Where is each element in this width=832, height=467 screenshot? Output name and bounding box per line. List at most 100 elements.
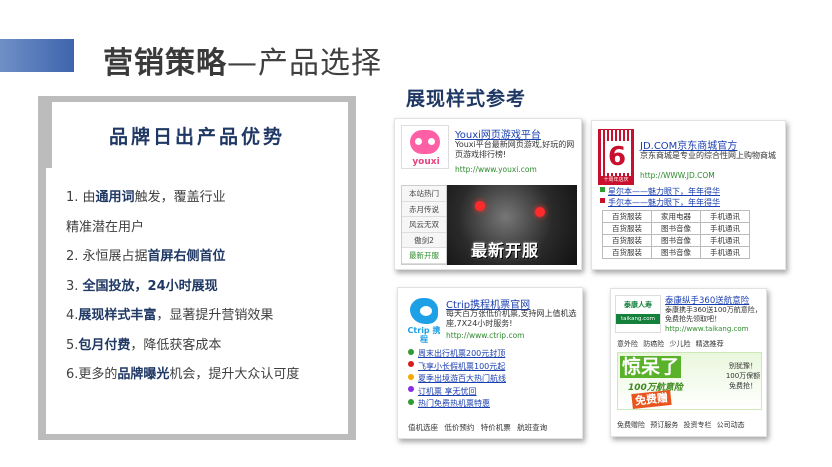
round-bullet-icon	[408, 398, 414, 405]
jd-link[interactable]: 手尔本——魅力眼下，年年得华	[608, 198, 720, 207]
taikang-logo-text: 泰康人寿	[624, 301, 652, 309]
youxi-tab-active[interactable]: 最新开服	[402, 248, 446, 264]
jd-category-cell[interactable]: 图书音像	[651, 234, 701, 247]
youxi-game-banner[interactable]: 最新开服	[447, 185, 577, 265]
list-item: 飞享小长假机票100元起	[408, 358, 506, 371]
taikang-logo: 泰康人寿 taikang.com	[615, 295, 661, 333]
round-bullet-icon	[408, 361, 414, 368]
table-row: 百货服装 图书音像 手机通讯	[602, 222, 750, 235]
youxi-tab[interactable]: 赤月传说	[402, 201, 446, 218]
advantage-item: 6.更多的品牌曝光机会，提升大众认可度	[66, 360, 356, 390]
jd-link-list: 星尔本——魅力眼下，年年得华 手尔本——魅力眼下，年年得华	[600, 183, 720, 207]
jd-ad-title[interactable]: JD.COM京东商城官方	[640, 137, 737, 152]
advantages-title: 品牌日出产品优势	[108, 126, 285, 148]
jd-ad-description: 京东商城是专业的综合性网上购物商城	[640, 151, 776, 160]
ctrip-bottom-links[interactable]: 值机选座 低价预约 特价机票 航班查询	[408, 422, 547, 433]
youxi-logo: youxi	[401, 125, 449, 169]
dolphin-icon	[410, 298, 438, 324]
round-bullet-icon	[408, 373, 414, 380]
square-bullet-icon	[600, 187, 605, 192]
jd-ad-url[interactable]: http://WWW.JD.COM	[640, 171, 715, 180]
advantage-text: 精准潜在用户	[66, 219, 145, 235]
taikang-banner-headline: 惊呆了	[620, 356, 682, 378]
list-item: 订机票 享无忧回	[408, 383, 506, 396]
table-row: 百货服装 家用电器 手机通讯	[602, 210, 750, 223]
taikang-ad-title[interactable]: 泰康纵手360送航意险	[665, 294, 749, 306]
youxi-tab[interactable]: 风云无双	[402, 217, 446, 233]
advantages-panel: 品牌日出产品优势 1. 由通用词触发，覆盖行业 精准潜在用户 2. 永恒展占据首…	[38, 96, 356, 440]
title-accent-bar	[0, 39, 74, 72]
advantage-text: 5.	[66, 337, 79, 353]
taikang-ad-url[interactable]: http://www.taikang.com	[665, 325, 748, 333]
advantage-text: 2. 永恒展占据	[66, 249, 148, 264]
list-item: 周末出行机票200元封顶	[408, 345, 506, 358]
advantage-item: 2. 永恒展占据首屏右侧首位	[66, 242, 356, 272]
ad-card-ctrip: Ctrip 携程 Ctrip携程机票官网 每天百万张低价机票,支持网上值机选座,…	[397, 287, 583, 439]
advantage-highlight: 通用词	[95, 190, 135, 205]
jd-category-cell[interactable]: 图书音像	[651, 246, 701, 259]
jd-category-cell[interactable]: 家用电器	[651, 210, 701, 223]
advantage-text: ，显著提升营销效果	[156, 308, 274, 323]
advantage-highlight: 展现样式丰富	[78, 308, 157, 323]
slide-title: 营销策略—产品选择	[103, 38, 382, 82]
jd-category-grid: 百货服装 家用电器 手机通讯 百货服装 图书音像 手机通讯 百货服装 图书音像 手机通讯 百…	[602, 210, 750, 259]
jd-category-cell[interactable]: 手机通讯	[700, 246, 750, 259]
display-examples-title: 展现样式参考	[406, 88, 527, 110]
jd-category-cell[interactable]: 手机通讯	[700, 210, 750, 223]
table-row: 百货服装 图书音像 手机通讯	[602, 246, 750, 259]
jd-category-cell[interactable]: 百货服装	[602, 210, 652, 223]
advantage-highlight: 品牌曝光	[117, 367, 170, 382]
table-row: 百货服装 图书音像 手机通讯	[602, 234, 750, 247]
taikang-banner-free-badge: 免费赠	[631, 390, 672, 409]
ctrip-link[interactable]: 热门免费热机票特惠	[418, 399, 490, 408]
ctrip-link[interactable]: 周末出行机票200元封顶	[418, 349, 505, 358]
youxi-logo-word: youxi	[412, 157, 440, 167]
ctrip-logo-word: Ctrip 携程	[407, 326, 441, 344]
ad-card-jd: 6 十周年店庆 JD.COM京东商城官方 京东商城是专业的综合性网上购物商城 h…	[591, 120, 786, 270]
advantage-text: 3.	[66, 278, 83, 294]
advantage-text: 触发，覆盖行业	[134, 190, 226, 205]
ad-card-taikang: 泰康人寿 taikang.com 泰康纵手360送航意险 泰康携手360送100…	[610, 288, 767, 437]
advantage-text: ，降低获客成本	[130, 337, 222, 353]
advantage-item: 3. 全国投放，24小时展现	[66, 272, 356, 302]
robot-eye-icon	[535, 207, 545, 217]
round-bullet-icon	[408, 386, 414, 393]
taikang-bottom-row[interactable]: 免费赠险 预订服务 投资专栏 公司动态	[617, 420, 745, 430]
square-bullet-icon	[600, 198, 605, 203]
youxi-ad-title[interactable]: Youxi网页游戏平台	[455, 126, 541, 141]
ad-card-youxi: youxi Youxi网页游戏平台 Youxi平台最新网页游戏,好玩的网页游戏排…	[394, 118, 582, 270]
youxi-tab[interactable]: 傲剑2	[402, 232, 446, 249]
youxi-ad-description: Youxi平台最新网页游戏,好玩的网页游戏排行榜!	[455, 140, 575, 159]
taikang-banner-side-text: 别犹豫！100万保额免费抢！	[725, 362, 761, 390]
jd-category-cell[interactable]: 手机通讯	[700, 222, 750, 235]
advantage-text: 机会，提升大众认可度	[169, 367, 300, 382]
ctrip-ad-url[interactable]: http://www.ctrip.com	[446, 331, 524, 340]
jd-category-cell[interactable]: 百货服装	[602, 246, 652, 259]
youxi-ad-url[interactable]: http://www.youxi.com	[455, 165, 537, 174]
ctrip-link-list: 周末出行机票200元封顶 飞享小长假机票100元起 夏季出境游百大热门航线 订机…	[408, 345, 506, 408]
taikang-ad-description: 泰康携手360送100万航意险，免费抢先领取吧！	[665, 306, 762, 323]
slide-title-rest: —产品选择	[227, 46, 382, 81]
jd-category-cell[interactable]: 手机通讯	[700, 234, 750, 247]
taikang-nav-row[interactable]: 意外险 防癌险 少儿险 精选推荐	[617, 339, 724, 349]
youxi-tab[interactable]: 本站热门	[402, 186, 446, 202]
advantages-panel-inner: 品牌日出产品优势 1. 由通用词触发，覆盖行业 精准潜在用户 2. 永恒展占据首…	[46, 102, 348, 434]
advantage-highlight: 全国投放，24小时展现	[82, 278, 218, 294]
youxi-tab-list: 本站热门 赤月传说 风云无双 傲剑2 最新开服	[401, 185, 447, 265]
advantage-text: 4.	[66, 308, 79, 323]
advantage-highlight: 首屏右侧首位	[147, 249, 226, 264]
jd-category-cell[interactable]: 百货服装	[602, 222, 652, 235]
gamepad-face-icon	[410, 130, 440, 154]
robot-eye-icon	[475, 201, 485, 211]
jd-category-cell[interactable]: 图书音像	[651, 222, 701, 235]
taikang-promo-banner[interactable]: 惊呆了 100万航意险 免费赠 别犹豫！100万保额免费抢！	[617, 352, 762, 410]
advantage-item: 精准潜在用户	[66, 213, 356, 243]
taikang-logo-domain: taikang.com	[616, 314, 660, 324]
jd-logo-number: 6	[605, 141, 629, 173]
ctrip-link[interactable]: 夏季出境游百大热门航线	[418, 374, 506, 383]
list-item: 热门免费热机票特惠	[408, 395, 506, 408]
advantage-item: 4.展现样式丰富，显著提升营销效果	[66, 301, 356, 331]
advantage-text: 1. 由	[66, 190, 96, 205]
advantages-list: 1. 由通用词触发，覆盖行业 精准潜在用户 2. 永恒展占据首屏右侧首位 3. …	[66, 183, 356, 390]
jd-category-cell[interactable]: 百货服装	[602, 234, 652, 247]
